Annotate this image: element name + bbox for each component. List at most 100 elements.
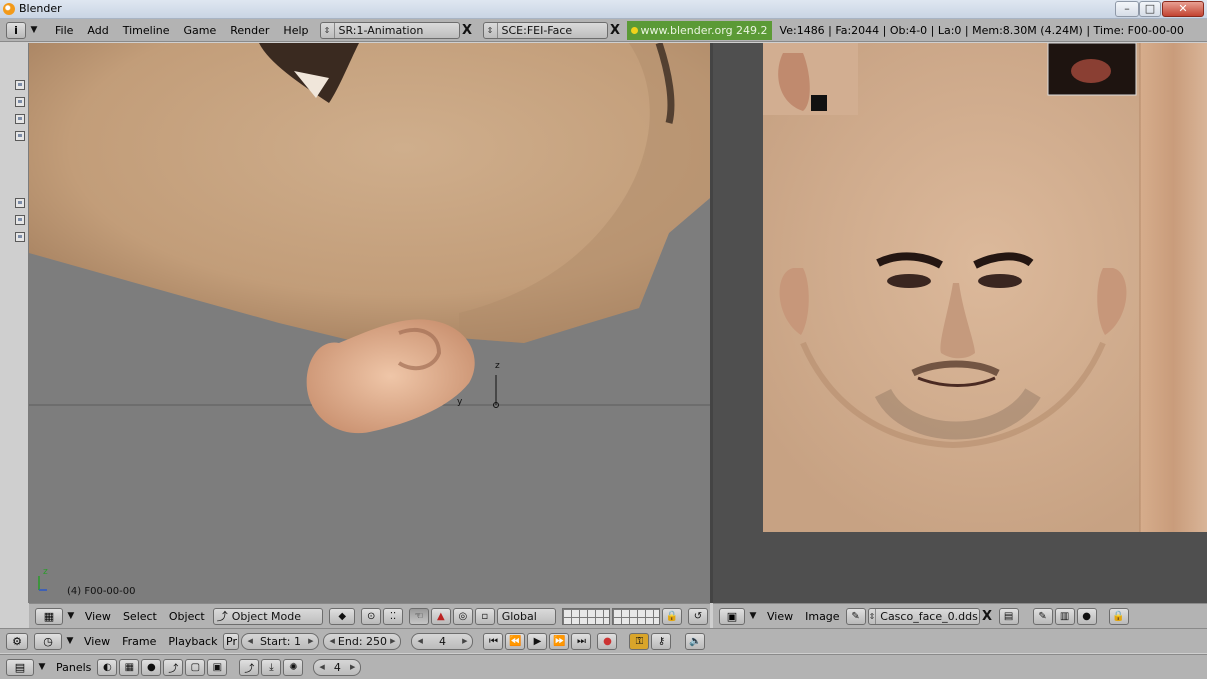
lock-icon[interactable]: 🔒 — [662, 607, 682, 625]
image-pack-icon[interactable]: ▤ — [998, 607, 1019, 625]
record-icon[interactable]: ● — [597, 632, 618, 650]
hand-icon[interactable]: ☜ — [409, 607, 429, 625]
buttons-frame-value[interactable]: 4 — [334, 661, 341, 674]
jump-to-end-icon[interactable]: ⏭ — [571, 632, 592, 650]
image-icon[interactable] — [15, 80, 25, 90]
uv-image-editor[interactable] — [713, 43, 1207, 603]
blender-version-text[interactable]: www.blender.org 249.2 — [641, 24, 768, 37]
menu-timeline[interactable]: Timeline — [116, 24, 177, 37]
view3d-menu-object[interactable]: Object — [163, 610, 211, 623]
collapse-menu-icon[interactable]: ▼ — [34, 662, 50, 672]
sync-icon[interactable]: ✎ — [1032, 607, 1053, 625]
start-frame-value[interactable]: Start: 1 — [260, 635, 301, 648]
render-icon[interactable]: ↺ — [687, 607, 708, 625]
sub-context-physics-icon[interactable]: ⤓ — [261, 658, 282, 676]
play-icon[interactable]: ▶ — [527, 632, 548, 650]
view3d-menu-view[interactable]: View — [79, 610, 117, 623]
timeline-menu-frame[interactable]: Frame — [116, 635, 162, 648]
paint-brush-icon[interactable]: ✎ — [845, 607, 866, 625]
collapse-menu-icon[interactable]: ▼ — [745, 611, 761, 621]
audio-icon[interactable]: 🔈 — [685, 632, 706, 650]
draw-type-shading-icon[interactable]: ◆ — [329, 607, 356, 625]
layer-grid-1[interactable] — [562, 607, 611, 625]
scale-icon[interactable]: ◎ — [452, 607, 473, 625]
collapse-menu-icon[interactable]: ▼ — [63, 611, 79, 621]
layer-grid-2[interactable] — [612, 607, 661, 625]
orientation-label[interactable]: Global — [498, 610, 541, 623]
image-icon[interactable] — [15, 97, 25, 107]
maximize-button[interactable]: □ — [1139, 1, 1161, 17]
start-frame-field[interactable]: ◀ Start: 1 ▶ — [241, 632, 320, 650]
image-icon[interactable] — [15, 215, 25, 225]
script-context-icon[interactable]: ▦ — [119, 658, 140, 676]
scene-name[interactable]: SCE:FEI-Face — [498, 24, 577, 37]
buttons-frame-field[interactable]: ◀ 4 ▶ — [313, 658, 362, 676]
panels-menu[interactable]: Panels — [50, 661, 97, 674]
sub-context-object-icon[interactable]: ⤴ — [239, 658, 260, 676]
timeline-menu-view[interactable]: View — [78, 635, 116, 648]
uv-mode-icon[interactable]: ▥ — [1054, 607, 1075, 625]
scene-browse-icon[interactable]: ⇕ — [484, 22, 498, 38]
current-frame-value[interactable]: 4 — [439, 635, 446, 648]
image-lock-icon[interactable]: 🔒 — [1108, 607, 1129, 625]
next-keyframe-icon[interactable]: ⏩ — [549, 632, 570, 650]
window-type-grid-icon[interactable]: ▦ — [35, 607, 63, 625]
unlink-image-button[interactable]: X — [980, 608, 995, 625]
screen-browse-icon[interactable]: ⇕ — [321, 22, 335, 38]
logic-context-icon[interactable]: ◐ — [97, 658, 118, 676]
scene-selector[interactable]: ⇕ SCE:FEI-Face — [482, 21, 608, 39]
view3d-menu-select[interactable]: Select — [117, 610, 163, 623]
editing-context-icon[interactable]: ▢ — [185, 658, 206, 676]
minimize-button[interactable]: – — [1115, 1, 1139, 17]
delete-screen-button[interactable]: X — [460, 22, 475, 39]
3d-viewport[interactable]: z y z (4) F00-00-00 — [29, 43, 710, 603]
screen-selector[interactable]: ⇕ SR:1-Animation — [319, 21, 460, 39]
end-frame-value[interactable]: End: 250 — [338, 635, 387, 648]
image-icon[interactable] — [15, 114, 25, 124]
timeline-window-type-icon[interactable]: ◷ — [34, 632, 62, 650]
sub-context-particles-icon[interactable]: ✺ — [283, 658, 304, 676]
image-menu-image[interactable]: Image — [799, 610, 845, 623]
image-selector[interactable]: ⇕ Casco_face_0.dds — [867, 607, 980, 625]
scene-context-icon[interactable]: ▣ — [207, 658, 228, 676]
buttons-window-type-icon[interactable]: ▤ — [6, 658, 34, 676]
rotate-icon[interactable]: ▲ — [430, 607, 451, 625]
jump-to-start-icon[interactable]: ⏮ — [483, 632, 504, 650]
menu-help[interactable]: Help — [276, 24, 315, 37]
close-window-button[interactable]: ✕ — [1162, 1, 1204, 17]
screen-name[interactable]: SR:1-Animation — [335, 24, 428, 37]
collapse-menu-icon[interactable]: ▼ — [62, 636, 78, 646]
menu-game[interactable]: Game — [177, 24, 224, 37]
image-name[interactable]: Casco_face_0.dds — [876, 610, 978, 623]
prev-keyframe-icon[interactable]: ⏪ — [505, 632, 526, 650]
menu-file[interactable]: File — [48, 24, 80, 37]
dot-icon[interactable]: ● — [1076, 607, 1097, 625]
menu-add[interactable]: Add — [80, 24, 115, 37]
orientation-selector[interactable]: Global — [496, 607, 557, 625]
buttons-window-icon[interactable]: ⚙ — [6, 632, 28, 650]
preview-range-button[interactable]: Pr — [223, 632, 240, 650]
key-icon[interactable]: ⚷ — [651, 632, 672, 650]
collapse-menu-icon[interactable]: ▼ — [26, 25, 42, 35]
blender-url-link[interactable]: www.blender.org 249.2 — [626, 20, 772, 40]
end-frame-field[interactable]: ◀ End: 250 ▶ — [323, 632, 402, 650]
object-context-icon[interactable]: ⤴ — [163, 658, 184, 676]
delete-scene-button[interactable]: X — [608, 22, 623, 39]
mirror-icon[interactable]: ▫ — [474, 607, 495, 625]
mode-label[interactable]: Object Mode — [232, 610, 301, 623]
current-frame-field[interactable]: ◀ 4 ▶ — [411, 632, 474, 650]
image-icon[interactable] — [15, 131, 25, 141]
shading-context-icon[interactable]: ● — [141, 658, 162, 676]
image-icon[interactable] — [15, 232, 25, 242]
image-icon[interactable] — [15, 198, 25, 208]
menu-render[interactable]: Render — [223, 24, 276, 37]
info-window-type-icon[interactable]: i — [6, 21, 26, 39]
image-menu-view[interactable]: View — [761, 610, 799, 623]
pivot-icon[interactable]: ⊙ — [361, 607, 382, 625]
mode-selector[interactable]: ⤴ Object Mode — [212, 607, 324, 625]
snap-icon[interactable]: ⁚⁚ — [383, 607, 404, 625]
image-browse-icon[interactable]: ⇕ — [869, 608, 877, 624]
image-window-type-icon[interactable]: ▣ — [719, 607, 745, 625]
keying-set-icon[interactable]: ⚿ — [629, 632, 650, 650]
timeline-menu-playback[interactable]: Playback — [162, 635, 223, 648]
